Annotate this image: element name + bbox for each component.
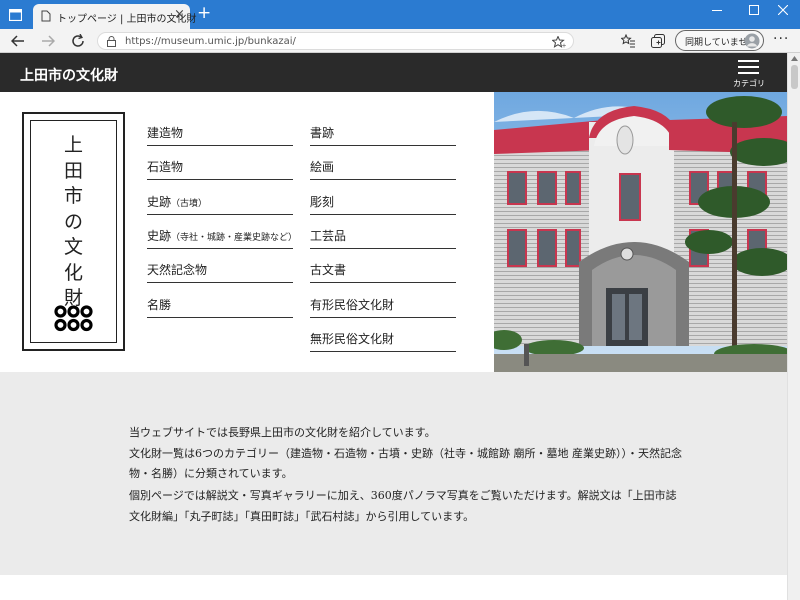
site-seal-logo[interactable]: 上田市の文化財 xyxy=(22,112,125,351)
seal-char: 田 xyxy=(63,159,83,182)
category-link-left-3[interactable]: 史跡（寺社・城跡・産業史跡など） xyxy=(147,215,297,249)
browser-tab-active[interactable]: トップページ | 上田市の文化財 × xyxy=(33,4,197,29)
category-label-main: 彫刻 xyxy=(310,194,335,209)
category-label-main: 書跡 xyxy=(310,126,335,140)
minimize-icon[interactable] xyxy=(712,10,722,12)
seal-inner-frame: 上田市の文化財 xyxy=(30,120,117,343)
category-link-right-1[interactable]: 絵画 xyxy=(310,146,456,181)
category-label: 建造物 xyxy=(147,124,183,141)
category-link-left-5[interactable]: 名勝 xyxy=(147,284,293,318)
category-label-main: 工芸品 xyxy=(310,228,347,243)
forward-arrow-icon[interactable] xyxy=(41,35,55,47)
category-label: 史跡（古墳） xyxy=(147,193,207,210)
reload-icon[interactable] xyxy=(71,34,85,48)
category-label-main: 絵画 xyxy=(310,160,335,175)
intro-text-line: 物・名勝）に分類されています。 xyxy=(129,467,293,480)
category-label: 彫刻 xyxy=(310,193,334,210)
address-bar[interactable]: https://museum.umic.jp/bunkazai/ + xyxy=(97,32,574,50)
avatar-icon xyxy=(744,33,760,49)
tab-close-icon[interactable]: × xyxy=(174,7,185,22)
browser-toolbar: https://museum.umic.jp/bunkazai/ + 同期してい… xyxy=(0,29,800,53)
page-icon xyxy=(41,10,51,22)
category-label: 史跡（寺社・城跡・産業史跡など） xyxy=(147,227,297,244)
menu-label: カテゴリ xyxy=(733,79,765,88)
category-label: 有形民俗文化財 xyxy=(310,296,394,313)
seal-char: 市 xyxy=(63,185,83,207)
hamburger-menu-icon xyxy=(738,60,759,74)
category-label-main: 天然記念物 xyxy=(147,263,208,278)
category-link-left-1[interactable]: 石造物 xyxy=(147,146,293,181)
category-link-left-0[interactable]: 建造物 xyxy=(147,112,293,146)
category-label-main: 有形民俗文化財 xyxy=(310,297,395,312)
site-title[interactable]: 上田市の文化財 xyxy=(20,65,118,85)
seal-char: の xyxy=(63,210,83,233)
category-link-left-4[interactable]: 天然記念物 xyxy=(147,249,293,284)
favorite-add-icon[interactable]: + xyxy=(552,36,566,48)
close-window-icon[interactable] xyxy=(778,5,788,15)
seal-char: 化 xyxy=(63,261,83,284)
category-label-main: 建造物 xyxy=(147,126,184,140)
seal-char: 文 xyxy=(63,236,83,258)
category-link-right-2[interactable]: 彫刻 xyxy=(310,181,456,215)
category-link-right-0[interactable]: 書跡 xyxy=(310,112,456,146)
category-label-main: 史跡 xyxy=(147,228,172,243)
lock-icon[interactable] xyxy=(107,36,116,47)
intro-text-line: 個別ページでは解説文・写真ギャラリーに加え、360度パノラマ写真をご覧いただけま… xyxy=(129,489,677,502)
collections-icon[interactable] xyxy=(651,34,665,48)
category-link-right-4[interactable]: 古文書 xyxy=(310,249,456,284)
intro-section: 当ウェブサイトでは長野県上田市の文化財を紹介しています。文化財一覧は6つのカテゴ… xyxy=(0,372,787,575)
category-label-main: 石造物 xyxy=(147,160,184,175)
category-label: 名勝 xyxy=(147,296,171,313)
svg-text:+: + xyxy=(562,43,567,49)
intro-text-line: 当ウェブサイトでは長野県上田市の文化財を紹介しています。 xyxy=(129,426,436,439)
seal-vertical-title: 上田市の文化財 xyxy=(31,133,116,312)
category-label: 無形民俗文化財 xyxy=(310,330,394,347)
more-menu-icon[interactable]: ··· xyxy=(773,31,789,47)
site-header: 上田市の文化財 カテゴリ xyxy=(0,53,787,92)
category-label: 石造物 xyxy=(147,158,183,175)
category-label-sub: （古墳） xyxy=(171,198,208,209)
seal-char: 上 xyxy=(63,134,83,156)
scroll-up-icon[interactable] xyxy=(791,56,798,61)
new-tab-icon[interactable]: + xyxy=(197,3,211,23)
scrollbar-thumb[interactable] xyxy=(791,65,798,89)
category-label-main: 古文書 xyxy=(310,263,347,278)
category-link-right-5[interactable]: 有形民俗文化財 xyxy=(310,284,456,318)
back-arrow-icon[interactable] xyxy=(11,35,25,47)
category-label-main: 史跡 xyxy=(147,194,172,209)
intro-text-line: 文化財一覧は6つのカテゴリー（建造物・石造物・古墳・史跡（社寺・城館跡 廟所・墓… xyxy=(129,447,682,460)
category-label: 天然記念物 xyxy=(147,261,207,278)
category-label: 書跡 xyxy=(310,124,334,141)
category-label: 絵画 xyxy=(310,158,334,175)
tab-actions-icon[interactable] xyxy=(9,9,22,21)
category-label-main: 無形民俗文化財 xyxy=(310,331,395,346)
rokumonsen-crest-icon xyxy=(54,305,93,332)
category-link-right-6[interactable]: 無形民俗文化財 xyxy=(310,318,456,352)
category-link-left-2[interactable]: 史跡（古墳） xyxy=(147,181,293,215)
category-label: 工芸品 xyxy=(310,227,346,244)
intro-text-line: 文化財編」「丸子町誌」「真田町誌」「武石村誌」から引用しています。 xyxy=(129,510,475,523)
category-label: 古文書 xyxy=(310,261,346,278)
category-label-sub: （寺社・城跡・産業史跡など） xyxy=(171,232,298,243)
category-menu-button[interactable]: カテゴリ xyxy=(733,59,765,89)
category-label-main: 名勝 xyxy=(147,297,172,312)
profile-sync-button[interactable]: 同期していません xyxy=(675,30,764,51)
page-scrollbar[interactable] xyxy=(787,53,800,600)
maximize-icon[interactable] xyxy=(749,5,759,15)
favorites-icon[interactable] xyxy=(621,34,636,48)
url-text: https://museum.umic.jp/bunkazai/ xyxy=(125,36,296,47)
category-link-right-3[interactable]: 工芸品 xyxy=(310,215,456,249)
hero-photo-museum xyxy=(494,92,787,372)
browser-tab-strip: トップページ | 上田市の文化財 × + xyxy=(0,0,800,29)
